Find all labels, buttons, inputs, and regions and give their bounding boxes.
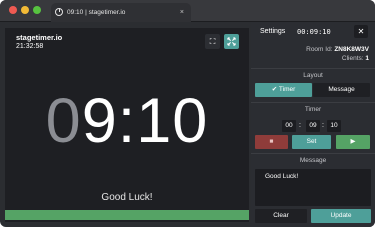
stage-message: Good Luck!: [101, 192, 153, 203]
clear-button[interactable]: Clear: [255, 209, 307, 223]
layout-timer-label: Timer: [278, 86, 296, 93]
stop-icon: ■: [269, 138, 274, 145]
tab-title: 09:10 | stagetimer.io: [67, 9, 126, 16]
room-id-info: Room Id: ZN8K8W3V: [306, 46, 369, 53]
update-button[interactable]: Update: [311, 209, 371, 223]
settings-panel: Settings 00:09:10 ✕ Room Id: ZN8K8W3V Cl…: [251, 22, 375, 227]
clients-info: Clients: 1: [342, 55, 369, 62]
settings-header: Settings 00:09:10 ✕: [251, 22, 375, 42]
progress-fill: [5, 210, 249, 220]
stop-button[interactable]: ■: [255, 135, 288, 149]
close-settings-button[interactable]: ✕: [354, 25, 368, 38]
play-icon: ▶: [350, 138, 356, 145]
flip-icon: [227, 37, 236, 46]
expand-icon: ⛶: [209, 37, 216, 46]
close-window-button[interactable]: [9, 6, 17, 14]
message-textarea[interactable]: Good Luck!: [255, 169, 371, 206]
timer-section-label: Timer: [304, 106, 322, 113]
minimize-window-button[interactable]: [21, 6, 29, 14]
progress-bar: [5, 210, 249, 220]
layout-section-label: Layout: [303, 72, 323, 79]
browser-titlebar: 09:10 | stagetimer.io ×: [0, 0, 375, 22]
play-button[interactable]: ▶: [336, 135, 370, 149]
countdown-leading-digit: 0: [45, 86, 82, 156]
settings-timer-readout: 00:09:10: [297, 28, 331, 36]
room-id-label: Room Id:: [306, 46, 335, 53]
check-icon: ✔: [271, 86, 278, 93]
timer-colon: :: [299, 122, 301, 129]
timer-seconds-input[interactable]: 10: [327, 120, 341, 132]
message-section-label: Message: [299, 157, 327, 164]
settings-title: Settings: [260, 28, 286, 35]
browser-tab[interactable]: 09:10 | stagetimer.io ×: [51, 3, 191, 22]
maximize-window-button[interactable]: [33, 6, 41, 14]
current-clock: 21:32:58: [16, 43, 44, 50]
brand-name: stagetimer.io: [16, 33, 63, 42]
divider: [251, 153, 375, 154]
set-button[interactable]: Set: [292, 135, 331, 149]
divider: [251, 102, 375, 103]
timer-minutes-input[interactable]: 09: [306, 120, 320, 132]
divider: [251, 68, 375, 69]
timer-colon: :: [322, 122, 324, 129]
timer-hours-input[interactable]: 00: [282, 120, 296, 132]
countdown-display: 09:10: [5, 84, 249, 158]
countdown-value: 9:10: [81, 86, 209, 156]
timer-stage: stagetimer.io 21:32:58 ⛶ 09:10 Good Luck…: [5, 28, 249, 222]
layout-message-button[interactable]: Message: [313, 83, 370, 97]
tab-close-icon[interactable]: ×: [180, 3, 184, 22]
app-window: 09:10 | stagetimer.io × stagetimer.io 21…: [0, 0, 375, 227]
room-id-value: ZN8K8W3V: [334, 46, 369, 53]
layout-message-label: Message: [328, 86, 355, 93]
clients-label: Clients:: [341, 55, 366, 62]
flip-button[interactable]: [224, 34, 239, 49]
timer-favicon-icon: [55, 8, 63, 16]
clients-value: 1: [365, 55, 369, 62]
fullscreen-button[interactable]: ⛶: [205, 34, 220, 49]
layout-timer-button[interactable]: ✔ Timer: [255, 83, 312, 97]
